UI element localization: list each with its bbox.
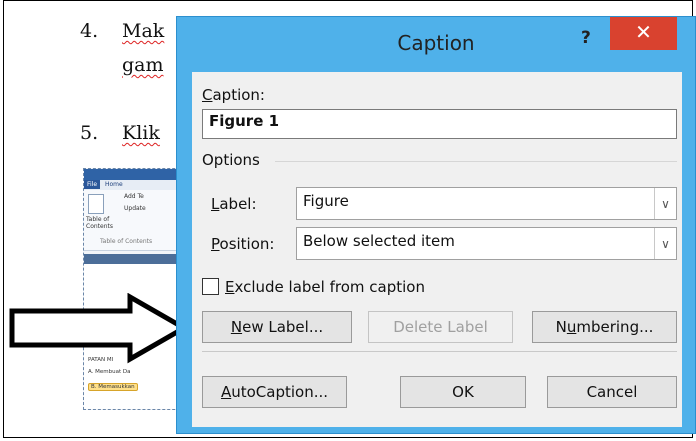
pointer-arrow-icon [9,293,188,364]
step4-text-line2: gam [122,54,164,76]
delete-label-button[interactable]: Delete Label [368,311,513,343]
toc-label-1: Table of [86,216,110,223]
close-icon: ✕ [635,20,652,44]
toc-icon [88,194,104,214]
toc-group-label: Table of Contents [100,238,153,245]
new-label-button[interactable]: New Label... [202,311,352,343]
step4-number: 4. [80,20,99,42]
exclude-label-text[interactable]: Exclude label from caption [225,278,425,296]
nav-item: A. Membuat Da [88,369,131,375]
autocaption-button[interactable]: AutoCaption... [202,376,347,408]
step4-text-line1: Mak [122,20,165,42]
label-dropdown-value: Figure [303,192,349,210]
tab-file: File [84,180,101,189]
toc-label-2: Contents [86,223,113,230]
nav-item-selected: B. Memasukkan [88,383,138,391]
chevron-down-icon[interactable]: ∨ [654,228,676,259]
help-icon[interactable]: ? [581,28,591,48]
dialog-titlebar[interactable]: Caption ? ✕ [177,17,695,72]
options-group-label: Options [202,151,260,169]
tab-home: Home [104,181,123,188]
options-group-divider [275,161,677,162]
step5-number: 5. [80,122,99,144]
update-label: Update [124,205,146,212]
caption-label: Caption: [202,86,265,104]
add-text-label: Add Te [124,193,144,200]
ok-button[interactable]: OK [400,376,526,408]
step5-text: Klik [122,122,160,144]
dialog-client-area: Caption: Figure 1 Options Label: Figure … [192,72,682,427]
button-row-divider [202,351,677,352]
position-field-label: Position: [211,235,275,253]
numbering-button[interactable]: Numbering... [532,311,677,343]
chevron-down-icon[interactable]: ∨ [654,188,676,219]
exclude-label-checkbox[interactable] [202,278,219,295]
label-field-label: Label: [211,195,257,213]
label-dropdown[interactable]: Figure ∨ [296,187,677,220]
cancel-button[interactable]: Cancel [547,376,677,408]
position-dropdown[interactable]: Below selected item ∨ [296,227,677,260]
caption-dialog: Caption ? ✕ Caption: Figure 1 Options La… [176,16,696,434]
position-dropdown-value: Below selected item [303,232,455,250]
caption-input[interactable]: Figure 1 [202,109,677,139]
close-button[interactable]: ✕ [610,17,677,50]
